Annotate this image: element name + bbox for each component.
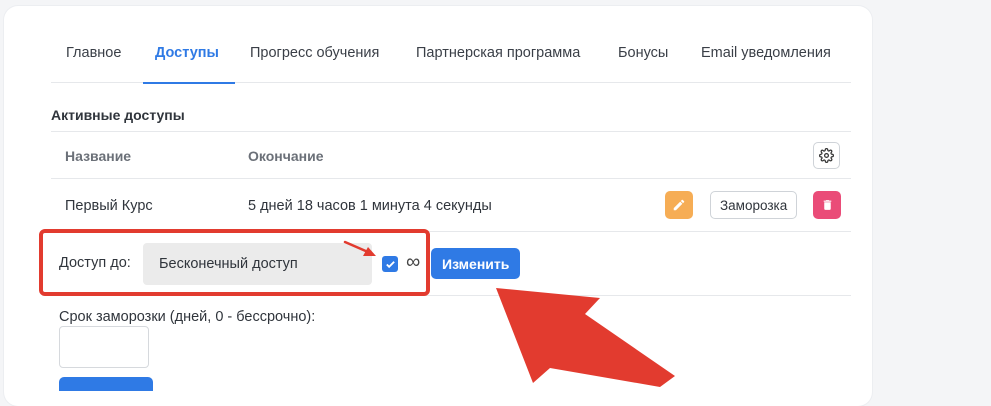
gear-icon bbox=[819, 148, 834, 163]
table-row: Первый Курс 5 дней 18 часов 1 минута 4 с… bbox=[51, 179, 851, 232]
delete-button[interactable] bbox=[813, 191, 841, 219]
tab-bar: Главное Доступы Прогресс обучения Партне… bbox=[51, 28, 851, 84]
column-end: Окончание bbox=[248, 148, 324, 164]
freeze-submit-button[interactable] bbox=[59, 377, 153, 391]
pencil-icon bbox=[673, 199, 685, 211]
section-title: Активные доступы bbox=[51, 107, 185, 123]
access-row: Доступ до: Бесконечный доступ ∞ Изменить bbox=[51, 232, 851, 296]
check-icon bbox=[385, 260, 395, 268]
infinity-symbol: ∞ bbox=[406, 251, 421, 273]
tab-partner[interactable]: Партнерская программа bbox=[416, 28, 580, 83]
settings-button[interactable] bbox=[813, 142, 840, 169]
access-until-field[interactable]: Бесконечный доступ bbox=[143, 243, 372, 285]
change-button[interactable]: Изменить bbox=[431, 248, 521, 279]
tab-progress[interactable]: Прогресс обучения bbox=[250, 28, 379, 83]
tab-bonuses[interactable]: Бонусы bbox=[618, 28, 668, 83]
infinite-access-checkbox[interactable] bbox=[382, 256, 398, 272]
course-end: 5 дней 18 часов 1 минута 4 секунды bbox=[248, 198, 492, 214]
tab-main[interactable]: Главное bbox=[66, 28, 121, 83]
tab-access[interactable]: Доступы bbox=[143, 28, 235, 84]
tab-email[interactable]: Email уведомления bbox=[701, 28, 831, 83]
column-name: Название bbox=[65, 148, 132, 164]
trash-icon bbox=[823, 200, 831, 210]
freeze-days-label: Срок заморозки (дней, 0 - бессрочно): bbox=[59, 309, 316, 325]
freeze-button[interactable]: Заморозка bbox=[710, 191, 798, 219]
course-name: Первый Курс bbox=[65, 198, 153, 214]
edit-button[interactable] bbox=[665, 191, 693, 219]
freeze-days-input[interactable] bbox=[59, 326, 149, 368]
access-label: Доступ до: bbox=[59, 255, 131, 271]
table-header: Название Окончание bbox=[51, 131, 851, 179]
